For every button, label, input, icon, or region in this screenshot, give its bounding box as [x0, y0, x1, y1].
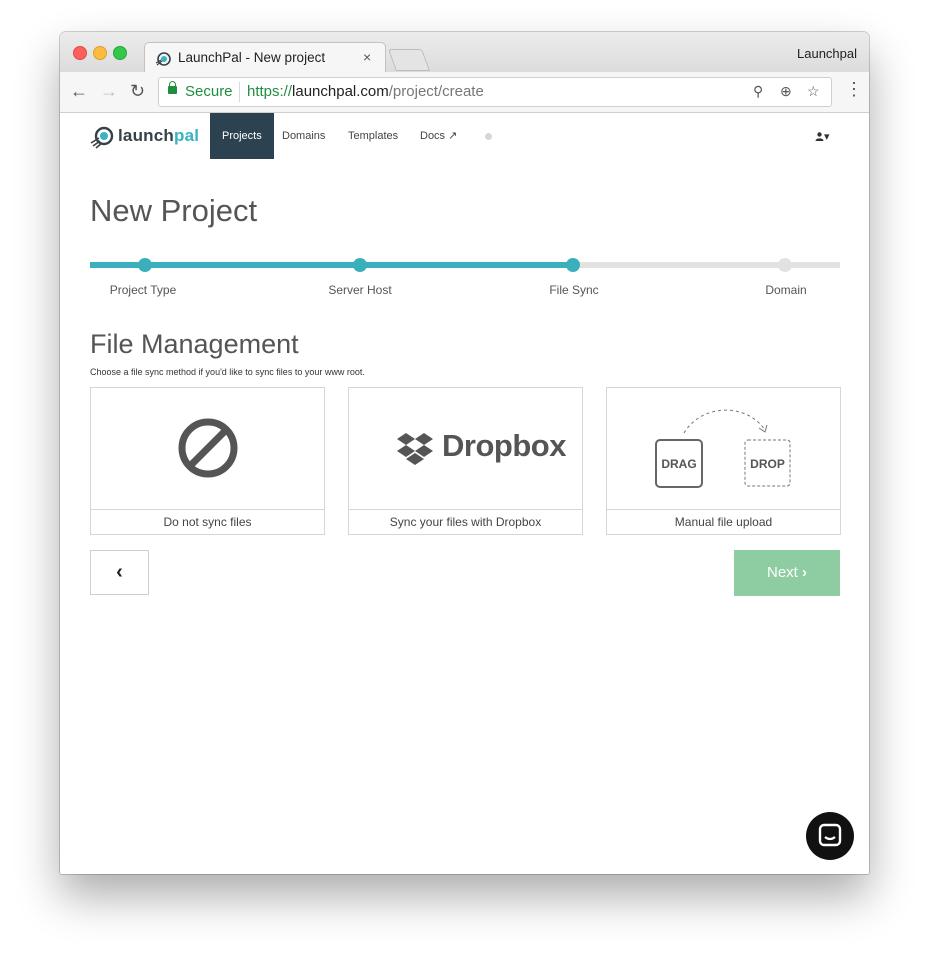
- drag-drop-icon: [655, 409, 791, 488]
- user-icon: [815, 132, 824, 141]
- minimize-window-button[interactable]: [93, 46, 107, 60]
- nav-templates[interactable]: Templates: [348, 113, 398, 159]
- progress-fill: [90, 262, 574, 268]
- launchpal-favicon-icon: [155, 52, 171, 66]
- option-label: Do not sync files: [91, 509, 324, 534]
- drag-drop-visual: DRAG DROP: [607, 388, 840, 509]
- forward-arrow-icon[interactable]: →: [100, 81, 118, 101]
- url-divider: [239, 82, 240, 102]
- progress-track: [90, 258, 840, 272]
- next-button[interactable]: Next ›: [734, 550, 840, 596]
- drop-label: DROP: [750, 457, 785, 471]
- step-dot-project-type: [138, 258, 152, 272]
- user-menu[interactable]: ▾: [815, 130, 830, 143]
- caret-down-icon: ▾: [824, 131, 830, 143]
- step-dot-server-host: [353, 258, 367, 272]
- close-window-button[interactable]: [73, 46, 87, 60]
- logo-wordmark-launch: launch: [118, 126, 174, 145]
- dropbox-visual: Dropbox: [349, 388, 582, 509]
- step-dot-file-sync: [566, 258, 580, 272]
- profile-name[interactable]: Launchpal: [797, 46, 857, 61]
- nav-docs-label: Docs: [420, 130, 446, 142]
- step-label-project-type: Project Type: [109, 283, 177, 297]
- chevron-left-icon: ‹: [116, 561, 123, 583]
- browser-window: LaunchPal - New project × Launchpal ← → …: [60, 32, 869, 874]
- address-bar[interactable]: Secure https://launchpal.com/project/cre…: [158, 77, 832, 107]
- zoom-window-button[interactable]: [113, 46, 127, 60]
- dropbox-wordmark: Dropbox: [442, 428, 566, 463]
- step-label-domain: Domain: [765, 283, 807, 297]
- chat-icon: [818, 823, 842, 847]
- nav-domains[interactable]: Domains: [282, 113, 325, 159]
- url-path: /project/create: [388, 83, 484, 100]
- nav-docs[interactable]: Docs ↗: [420, 113, 457, 159]
- title-bar: LaunchPal - New project × Launchpal: [60, 32, 869, 73]
- option-dropbox[interactable]: Dropbox Sync your files with Dropbox: [348, 387, 583, 535]
- option-label: Sync your files with Dropbox: [349, 509, 582, 534]
- logo-wordmark-pal: pal: [174, 126, 200, 145]
- drag-label: DRAG: [661, 457, 697, 471]
- status-dot: [485, 133, 492, 140]
- option-manual-upload[interactable]: DRAG DROP Manual file upload: [606, 387, 841, 535]
- option-no-sync[interactable]: Do not sync files: [90, 387, 325, 535]
- browser-menu-icon[interactable]: ⋮: [845, 79, 863, 100]
- step-label-file-sync: File Sync: [549, 283, 599, 297]
- tab-close-icon[interactable]: ×: [363, 49, 371, 65]
- back-arrow-icon[interactable]: ←: [70, 81, 88, 101]
- page-title: New Project: [90, 193, 258, 228]
- browser-tab[interactable]: LaunchPal - New project ×: [144, 42, 386, 73]
- browser-toolbar: ← → ↻ Secure https://launchpal.com/proje…: [60, 72, 869, 113]
- chevron-right-icon: ›: [802, 564, 807, 581]
- bookmark-star-icon[interactable]: ☆: [807, 83, 820, 100]
- url-text[interactable]: https://launchpal.com/project/create: [247, 83, 484, 100]
- zoom-icon[interactable]: ⊕: [780, 83, 792, 100]
- back-button[interactable]: ‹: [90, 550, 149, 595]
- option-label: Manual file upload: [607, 509, 840, 534]
- reload-icon[interactable]: ↻: [130, 81, 145, 101]
- lock-icon: [168, 81, 177, 94]
- chat-launcher-button[interactable]: [806, 812, 854, 860]
- extension-icon[interactable]: ⚲: [753, 83, 763, 100]
- external-link-icon: ↗: [448, 130, 458, 142]
- secure-label: Secure: [185, 83, 233, 100]
- next-label: Next: [766, 564, 798, 581]
- step-label-server-host: Server Host: [328, 283, 392, 297]
- app-page: launchpal Projects Domains Templates Doc…: [60, 113, 869, 874]
- section-description: Choose a file sync method if you'd like …: [90, 367, 365, 377]
- tab-title: LaunchPal - New project: [178, 50, 326, 65]
- no-sync-visual: [91, 388, 324, 509]
- nav-projects[interactable]: Projects: [210, 113, 274, 159]
- section-title: File Management: [90, 329, 299, 359]
- url-domain: launchpal.com: [292, 83, 389, 100]
- step-dot-domain: [778, 258, 792, 272]
- launchpal-logo-icon[interactable]: [90, 125, 114, 149]
- logo-wordmark[interactable]: launchpal: [118, 126, 199, 146]
- url-scheme: https://: [247, 83, 293, 100]
- new-tab-button[interactable]: [387, 49, 431, 71]
- no-sync-icon: [178, 418, 238, 478]
